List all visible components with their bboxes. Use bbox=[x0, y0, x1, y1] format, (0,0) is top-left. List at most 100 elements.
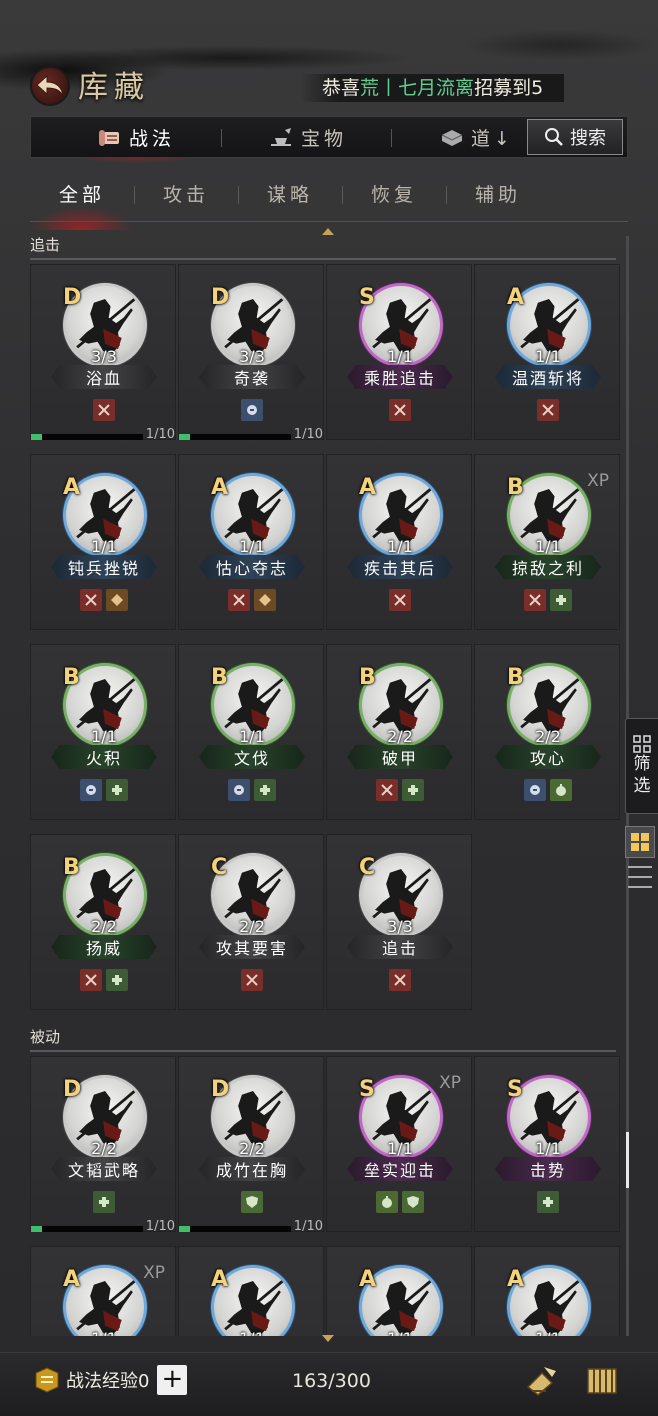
xp-badge: XP bbox=[143, 1263, 165, 1283]
tactic-card[interactable]: A 1/1 温酒斩将 bbox=[474, 264, 620, 440]
tactic-card[interactable]: B 1/1 火积 bbox=[30, 644, 176, 820]
tactic-row: D 3/3 浴血 1/10 D 3/3 奇袭 1/10 S 1/1 乘胜追击 A 1/1 温酒斩将 bbox=[30, 264, 624, 442]
section-title: 追击 bbox=[30, 236, 616, 260]
tab-all[interactable]: 全部 bbox=[30, 180, 134, 230]
tactic-count: 1/1 bbox=[327, 1329, 473, 1336]
scroll-icon bbox=[99, 130, 119, 146]
tactic-exp: 战法经验0 + bbox=[32, 1365, 188, 1395]
tactic-tags bbox=[179, 779, 325, 801]
tab-attack[interactable]: 攻击 bbox=[134, 180, 238, 207]
list-view-button[interactable] bbox=[628, 866, 652, 888]
progress-track bbox=[31, 1226, 143, 1232]
attack-tag-icon bbox=[524, 589, 546, 611]
progress-fill bbox=[31, 434, 43, 440]
tactic-card[interactable]: S 1/1 击势 bbox=[474, 1056, 620, 1232]
tactic-card[interactable]: B XP 1/1 掠敌之利 bbox=[474, 454, 620, 630]
grade-badge: B bbox=[211, 665, 228, 690]
tactic-card[interactable]: C 3/3 追击 bbox=[326, 834, 472, 1010]
tactic-card[interactable]: A 1/1 bbox=[326, 1246, 472, 1336]
heal-tag-icon bbox=[93, 1191, 115, 1213]
tactic-name: 追击 bbox=[347, 935, 453, 959]
tactic-card[interactable]: C 2/2 攻其要害 bbox=[178, 834, 324, 1010]
pierce-tag-icon bbox=[106, 589, 128, 611]
grid-view-icon bbox=[631, 833, 649, 851]
add-exp-button[interactable]: + bbox=[157, 1365, 188, 1395]
tactic-tags bbox=[475, 399, 621, 421]
ticker-sep: 丨 bbox=[379, 77, 399, 99]
grade-badge: B bbox=[507, 665, 524, 690]
tactic-tags bbox=[179, 1191, 325, 1213]
filter-label-2: 选 bbox=[633, 776, 651, 796]
tactic-card[interactable]: D 3/3 浴血 1/10 bbox=[30, 264, 177, 442]
tactic-card[interactable]: B 2/2 破甲 bbox=[326, 644, 472, 820]
scroll-up-indicator bbox=[322, 228, 334, 235]
attack-tag-icon bbox=[241, 969, 263, 991]
scrollbar-thumb[interactable] bbox=[626, 1132, 629, 1188]
section-title: 被动 bbox=[30, 1028, 616, 1052]
grade-badge: C bbox=[359, 855, 376, 880]
tactic-count: 1/1 bbox=[91, 537, 117, 556]
bag-button[interactable] bbox=[582, 1361, 622, 1401]
tactic-card[interactable]: B 2/2 扬威 bbox=[30, 834, 176, 1010]
heal-tag-icon bbox=[254, 779, 276, 801]
tactic-card[interactable]: D 2/2 文韬武略 1/10 bbox=[30, 1056, 176, 1234]
progress-label: 1/10 bbox=[145, 427, 175, 442]
tactic-tags bbox=[475, 589, 621, 611]
tactic-count: 2/2 bbox=[91, 1139, 117, 1158]
tactic-card[interactable]: S XP 1/1 垒实迎击 bbox=[326, 1056, 472, 1232]
progress-track bbox=[31, 434, 143, 440]
filter-button[interactable]: 筛 选 bbox=[625, 718, 658, 814]
main-tabs: 战法 宝物 道↓ 搜索 bbox=[30, 116, 628, 163]
tab-recovery[interactable]: 恢复 bbox=[342, 180, 446, 207]
tactic-count: 1/1 bbox=[239, 537, 265, 556]
attack-tag-icon bbox=[389, 399, 411, 421]
tactic-card[interactable]: A 1/1 钝兵挫锐 bbox=[30, 454, 176, 630]
tactic-card[interactable]: A XP 1/1 bbox=[30, 1246, 176, 1336]
tab-assist[interactable]: 辅助 bbox=[446, 180, 550, 207]
tactic-card[interactable]: S 1/1 乘胜追击 bbox=[326, 264, 472, 440]
tactic-card[interactable]: A 1/1 bbox=[474, 1246, 620, 1336]
progress-fill bbox=[179, 434, 191, 440]
tactic-card[interactable]: D 3/3 奇袭 1/10 bbox=[178, 264, 324, 442]
header: 库藏 恭喜荒丨七月流离招募到5 bbox=[0, 58, 658, 108]
assist-tag-icon bbox=[376, 1191, 398, 1213]
heal-tag-icon bbox=[550, 589, 572, 611]
anvil-icon bbox=[271, 128, 291, 146]
attack-tag-icon bbox=[389, 589, 411, 611]
category-tabs: 全部 攻击 谋略 恢复 辅助 bbox=[30, 172, 628, 230]
grade-badge: A bbox=[359, 1267, 377, 1292]
tactic-card[interactable]: A 1/1 疾击其后 bbox=[326, 454, 472, 630]
back-button[interactable] bbox=[30, 66, 70, 106]
tab-strategy[interactable]: 谋略 bbox=[238, 180, 342, 207]
tactic-tags bbox=[475, 1191, 621, 1213]
tactic-card[interactable]: D 2/2 成竹在胸 1/10 bbox=[178, 1056, 325, 1234]
scroll-rack-icon bbox=[587, 1368, 617, 1394]
grade-badge: D bbox=[211, 285, 230, 310]
tab-label: 道↓ bbox=[471, 127, 514, 150]
tab-tactics[interactable]: 战法 bbox=[66, 117, 206, 163]
tactic-tags bbox=[31, 589, 177, 611]
tactic-card[interactable]: B 1/1 文伐 bbox=[178, 644, 324, 820]
tab-items[interactable]: 道↓ bbox=[439, 117, 514, 157]
convert-button[interactable] bbox=[522, 1361, 562, 1401]
defend-tag-icon bbox=[241, 1191, 263, 1213]
grade-badge: D bbox=[63, 285, 82, 310]
filter-label-1: 筛 bbox=[633, 754, 651, 774]
search-button[interactable]: 搜索 bbox=[527, 119, 623, 155]
grade-badge: A bbox=[63, 1267, 81, 1292]
progress-fill bbox=[31, 1226, 43, 1232]
tactic-name: 击势 bbox=[495, 1157, 601, 1181]
ticker-prefix: 恭喜 bbox=[322, 77, 361, 99]
tactic-card[interactable]: A 1/1 bbox=[178, 1246, 324, 1336]
tactic-card[interactable]: B 2/2 攻心 bbox=[474, 644, 620, 820]
attack-tag-icon bbox=[93, 399, 115, 421]
tactic-card[interactable]: A 1/1 怙心夺志 bbox=[178, 454, 324, 630]
tactic-tags bbox=[31, 399, 177, 421]
tactics-list[interactable]: 追击 D 3/3 浴血 1/10 D 3/3 奇袭 1/10 S 1/1 乘胜追击 A 1/1 温酒斩将 A 1… bbox=[30, 236, 626, 1336]
tab-treasures[interactable]: 宝物 bbox=[269, 117, 347, 157]
tactic-tags bbox=[179, 589, 325, 611]
tactic-tags bbox=[475, 779, 621, 801]
tactic-row: B 1/1 火积 B 1/1 文伐 B 2/2 破甲 B 2/2 攻心 bbox=[30, 644, 624, 820]
grid-view-button[interactable] bbox=[625, 826, 655, 858]
grade-badge: S bbox=[507, 1077, 523, 1102]
